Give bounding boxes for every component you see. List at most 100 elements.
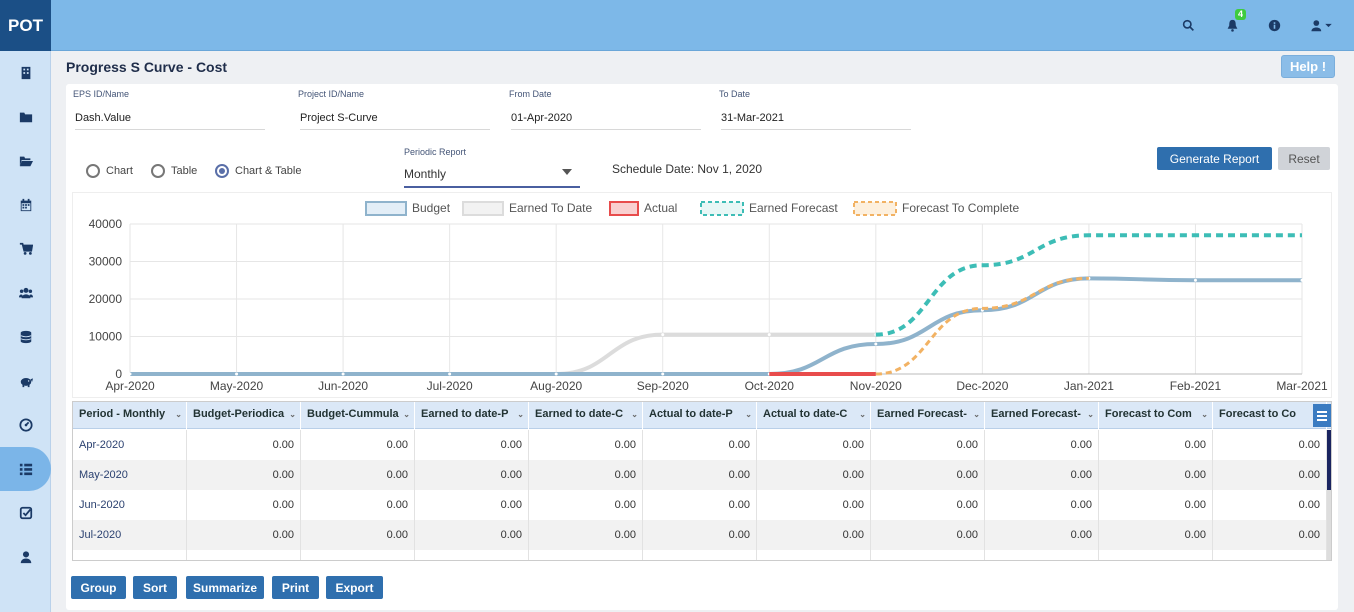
sidebar-item-calendar[interactable] xyxy=(0,183,51,227)
column-header-label: Forecast to Com xyxy=(1105,408,1192,420)
filter-icon[interactable]: ⌄ xyxy=(517,410,524,419)
column-header[interactable]: Earned to date-P ⌄ xyxy=(415,402,529,429)
filter-icon[interactable]: ⌄ xyxy=(631,410,638,419)
table-cell: 0.00 xyxy=(301,520,415,550)
search-icon[interactable] xyxy=(1179,16,1197,34)
field-value[interactable]: 01-Apr-2020 xyxy=(511,112,701,130)
filter-icon[interactable]: ⌄ xyxy=(289,410,296,419)
app-logo[interactable]: POT xyxy=(0,0,51,51)
table-row[interactable]: Apr-2020 0.00 0.00 0.00 0.00 0.00 0.00 0.00 0.00… xyxy=(73,430,1328,460)
sidebar-item-users[interactable] xyxy=(0,271,51,315)
filter-icon[interactable]: ⌄ xyxy=(1087,410,1094,419)
summarize-button[interactable]: Summarize xyxy=(186,576,264,599)
legend-item-earned-forecast[interactable]: Earned Forecast xyxy=(700,201,838,216)
x-tick-label: May-2020 xyxy=(210,379,264,393)
sidebar-item-folder-open[interactable] xyxy=(0,139,51,183)
legend-item-earned-to-date[interactable]: Earned To Date xyxy=(462,201,592,216)
table-cell: 0.00 xyxy=(985,490,1099,520)
column-menu-icon[interactable] xyxy=(1313,404,1331,427)
table-row[interactable]: May-2020 0.00 0.00 0.00 0.00 0.00 0.00 0.00 0.00… xyxy=(73,460,1328,490)
table-cell: 0.00 xyxy=(1099,430,1213,460)
column-header-label: Earned Forecast- xyxy=(877,408,967,420)
field-value[interactable]: 31-Mar-2021 xyxy=(721,112,911,130)
print-button[interactable]: Print xyxy=(272,576,319,599)
column-header[interactable]: Forecast to Co⌄ xyxy=(1213,402,1327,429)
table-cell: 0.00 xyxy=(643,550,757,560)
sidebar-item-building[interactable] xyxy=(0,51,51,95)
sidebar-item-gauge[interactable] xyxy=(0,403,51,447)
sidebar-item-list[interactable] xyxy=(0,447,51,491)
y-tick-label: 40000 xyxy=(89,217,123,231)
x-tick-label: Feb-2021 xyxy=(1170,379,1222,393)
legend-item-actual[interactable]: Actual xyxy=(609,201,677,216)
view-option-chart[interactable]: Chart xyxy=(86,164,133,178)
sidebar-item-folder[interactable] xyxy=(0,95,51,139)
legend-item-budget[interactable]: Budget xyxy=(365,201,451,216)
notification-badge: 4 xyxy=(1235,9,1247,20)
legend-item-forecast-to-complete[interactable]: Forecast To Complete xyxy=(853,201,1019,216)
table-row[interactable]: Jun-2020 0.00 0.00 0.00 0.00 0.00 0.00 0.00 0.00… xyxy=(73,490,1328,520)
table-row[interactable]: Jul-2020 0.00 0.00 0.00 0.00 0.00 0.00 0.00 0.00… xyxy=(73,520,1328,550)
scrollbar-thumb[interactable] xyxy=(1327,430,1331,490)
table-cell: 0.00 xyxy=(529,550,643,560)
generate-report-button[interactable]: Generate Report xyxy=(1157,147,1272,170)
filter-icon[interactable]: ⌄ xyxy=(973,410,980,419)
export-button[interactable]: Export xyxy=(326,576,383,599)
column-header-label: Earned Forecast- xyxy=(991,408,1081,420)
table-cell: 0.00 xyxy=(187,520,301,550)
x-tick-label: Mar-2021 xyxy=(1276,379,1328,393)
field-label: Project ID/Name xyxy=(298,89,365,99)
column-header[interactable]: Period - Monthly ⌄ xyxy=(73,402,187,429)
user-menu-icon[interactable] xyxy=(1307,16,1337,34)
info-icon[interactable] xyxy=(1265,16,1283,34)
column-header[interactable]: Budget-Cummula ⌄ xyxy=(301,402,415,429)
periodic-report-value: Monthly xyxy=(404,167,447,181)
y-tick-label: 10000 xyxy=(89,330,123,344)
radio-circle[interactable] xyxy=(215,164,229,178)
field-value[interactable]: Dash.Value xyxy=(75,112,265,130)
sidebar-item-database[interactable] xyxy=(0,315,51,359)
column-header[interactable]: Earned Forecast- ⌄ xyxy=(871,402,985,429)
sidebar-item-user[interactable] xyxy=(0,535,51,579)
filter-icon[interactable]: ⌄ xyxy=(1201,410,1208,419)
field-value[interactable]: Project S-Curve xyxy=(300,112,490,130)
users-icon xyxy=(18,287,33,299)
table-cell: 0.00 xyxy=(415,430,529,460)
table-cell: 0.00 xyxy=(871,490,985,520)
reset-button[interactable]: Reset xyxy=(1278,147,1330,170)
legend-swatch xyxy=(365,201,407,216)
filter-icon[interactable]: ⌄ xyxy=(403,410,410,419)
filter-icon[interactable]: ⌄ xyxy=(745,410,752,419)
table-row[interactable]: Aug-20200.000.000.000.000.000.000.000.00… xyxy=(73,550,1328,560)
sidebar-item-check-square[interactable] xyxy=(0,491,51,535)
legend-swatch xyxy=(700,201,744,216)
scrollbar-track[interactable] xyxy=(1327,430,1331,560)
group-button[interactable]: Group xyxy=(71,576,126,599)
filter-icon[interactable]: ⌄ xyxy=(175,410,182,419)
column-header[interactable]: Earned to date-C ⌄ xyxy=(529,402,643,429)
column-header[interactable]: Actual to date-P ⌄ xyxy=(643,402,757,429)
radio-circle[interactable] xyxy=(151,164,165,178)
sort-button[interactable]: Sort xyxy=(133,576,177,599)
view-option-table[interactable]: Table xyxy=(151,164,197,178)
help-button[interactable]: Help ! xyxy=(1281,55,1335,78)
table-cell: 0.00 xyxy=(757,460,871,490)
table-cell: 0.00 xyxy=(415,520,529,550)
column-header[interactable]: Actual to date-C ⌄ xyxy=(757,402,871,429)
series-point xyxy=(661,333,665,337)
column-header[interactable]: Budget-Periodica ⌄ xyxy=(187,402,301,429)
table-cell: 0.00 xyxy=(985,460,1099,490)
filter-icon[interactable]: ⌄ xyxy=(859,410,866,419)
column-header[interactable]: Forecast to Com ⌄ xyxy=(1099,402,1213,429)
view-option-chart-table[interactable]: Chart & Table xyxy=(215,164,301,178)
radio-circle[interactable] xyxy=(86,164,100,178)
table-cell: 0.00 xyxy=(187,460,301,490)
legend-swatch xyxy=(462,201,504,216)
column-header[interactable]: Earned Forecast- ⌄ xyxy=(985,402,1099,429)
table-cell: 0.00 xyxy=(1213,430,1327,460)
periodic-report-select[interactable]: Monthly xyxy=(404,161,580,188)
sidebar-item-cart[interactable] xyxy=(0,227,51,271)
legend-label: Budget xyxy=(412,201,451,215)
sidebar-item-piggy-bank[interactable] xyxy=(0,359,51,403)
x-tick-label: Dec-2020 xyxy=(956,379,1008,393)
